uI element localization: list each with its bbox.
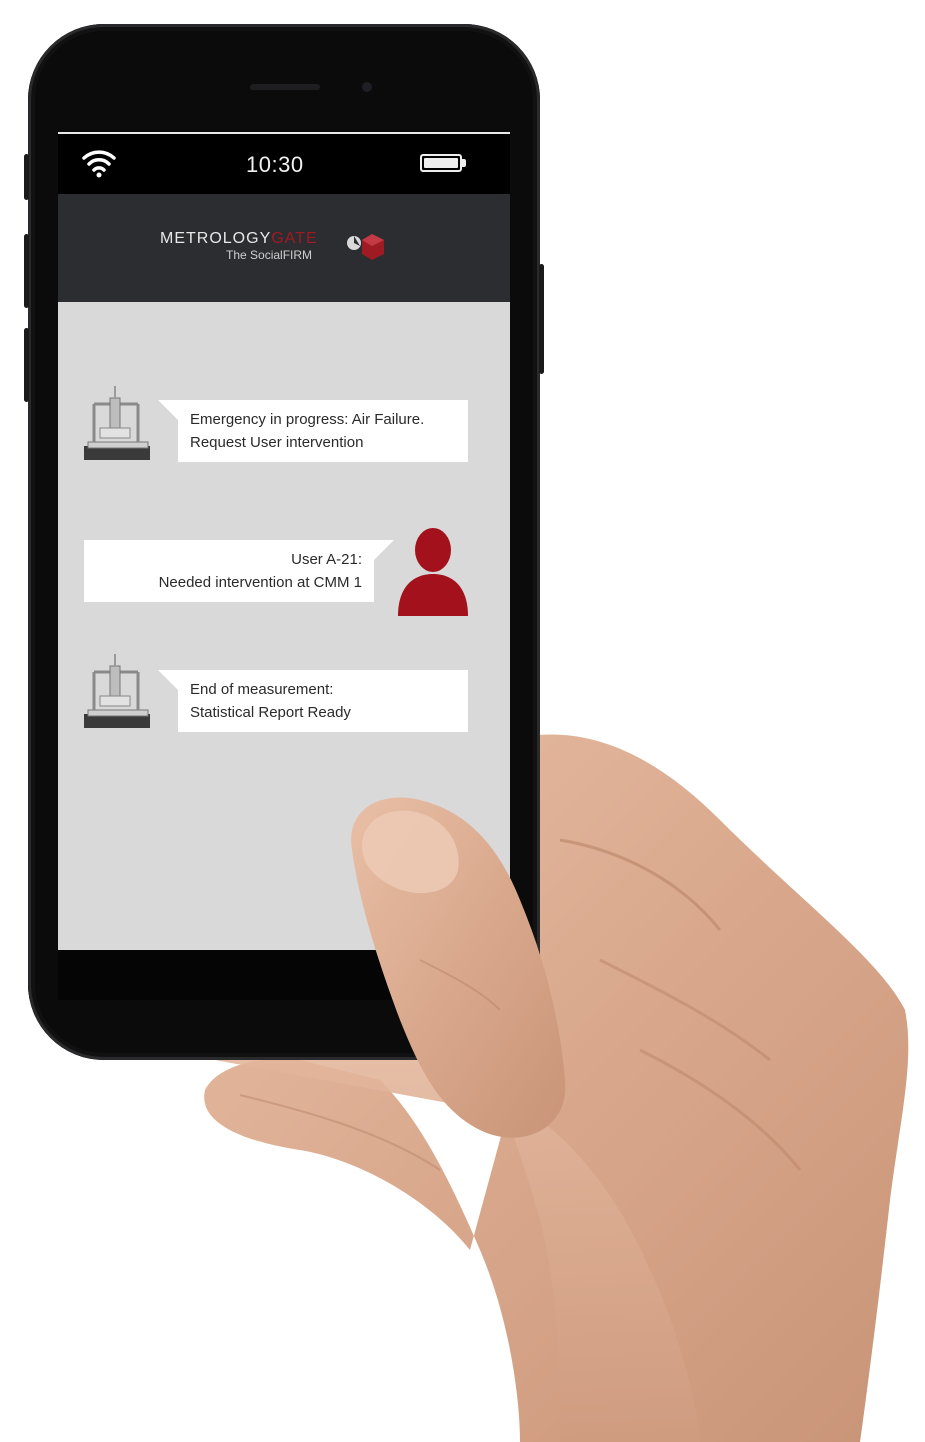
wifi-icon <box>82 150 116 178</box>
phone-bottom-bezel <box>58 950 510 1000</box>
message-text-line: Statistical Report Ready <box>190 704 351 721</box>
message-text-line: Needed intervention at CMM 1 <box>158 574 362 591</box>
message-text-line: End of measurement: <box>190 681 334 698</box>
message-bubble[interactable]: End of measurement: Statistical Report R… <box>158 670 468 732</box>
cmm-machine-icon <box>84 654 150 728</box>
message-bubble[interactable]: User A-21: Needed intervention at CMM 1 <box>84 540 394 602</box>
cmm-machine-icon <box>84 386 150 460</box>
mute-switch <box>24 154 29 200</box>
phone-screen: 10:30 METROLOGYGATE The SocialFIRM Emerg… <box>58 132 510 950</box>
status-time: 10:30 <box>246 152 304 177</box>
volume-down-button <box>24 328 29 402</box>
battery-icon <box>420 154 462 172</box>
message-bubble[interactable]: Emergency in progress: Air Failure. Requ… <box>158 400 468 462</box>
logo-primary-text: METROLOGY <box>160 230 272 247</box>
message-text-line: User A-21: <box>291 551 362 568</box>
user-avatar-icon <box>398 528 468 616</box>
power-button <box>539 264 544 374</box>
battery-tip <box>462 159 466 167</box>
logo-accent-text: GATE <box>271 230 318 247</box>
logo-cube-icon <box>347 234 384 260</box>
status-bar: 10:30 <box>58 132 510 194</box>
status-divider <box>58 132 510 134</box>
message-text-line: Request User intervention <box>190 434 364 451</box>
logo-wordmark: METROLOGYGATE <box>160 230 318 248</box>
message-text-line: Emergency in progress: Air Failure. <box>190 411 425 428</box>
volume-up-button <box>24 234 29 308</box>
logo-tagline: The SocialFIRM <box>226 248 313 262</box>
app-header: METROLOGYGATE The SocialFIRM <box>58 194 510 302</box>
app-logo[interactable]: METROLOGYGATE The SocialFIRM <box>160 230 400 274</box>
front-camera <box>362 82 372 92</box>
message-feed[interactable]: Emergency in progress: Air Failure. Requ… <box>58 302 510 950</box>
scene: 10:30 METROLOGYGATE The SocialFIRM Emerg… <box>0 0 925 1442</box>
earpiece-speaker <box>250 84 320 90</box>
